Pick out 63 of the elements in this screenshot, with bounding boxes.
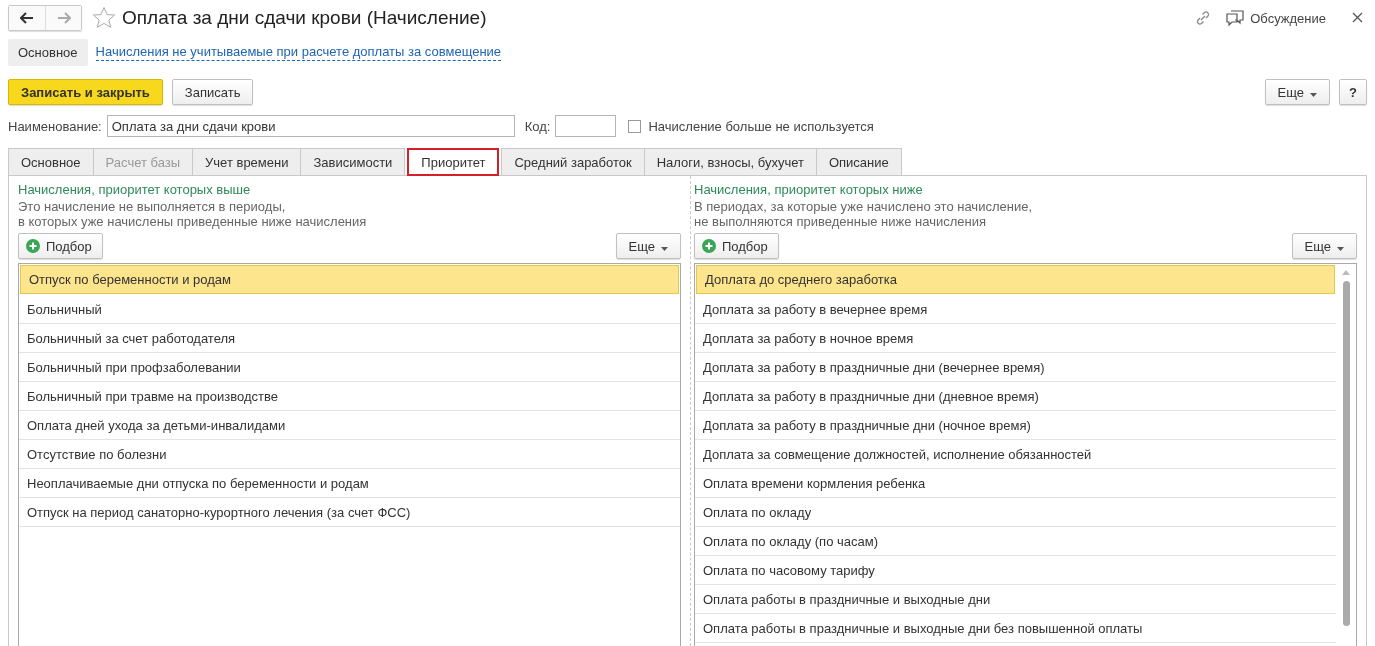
window-title: Оплата за дни сдачи крови (Начисление) <box>122 7 488 29</box>
list-row[interactable]: Доплата до среднего заработка <box>696 265 1335 294</box>
code-field[interactable] <box>555 115 617 137</box>
field-label: Наименование: <box>8 118 102 134</box>
list-row[interactable]: Отсутствие по болезни <box>19 440 680 469</box>
more-button[interactable]: Еще <box>615 233 681 259</box>
list-row[interactable]: Доплата за работу в праздничные дни (вечернее время) <box>695 353 1336 382</box>
section-title: Начисления, приоритет которых ниже <box>694 182 924 197</box>
pick-button[interactable]: Подбор <box>18 233 103 259</box>
list-row[interactable]: Отпуск на период санаторно-курортного лечения (за счет ФСС) <box>19 498 680 527</box>
list-row[interactable]: Неоплачиваемые дни отпуска по беременности и родам <box>19 469 680 498</box>
right-arrow-icon[interactable] <box>56 12 71 24</box>
scroll-up-icon[interactable] <box>1342 270 1350 275</box>
list-row[interactable]: Доплата за совмещение должностей, исполнение обязанностей <box>695 440 1336 469</box>
plus-icon[interactable] <box>26 239 40 253</box>
list-row[interactable]: Оплата работы в праздничные и выходные дни <box>695 585 1336 614</box>
list-row[interactable]: Больничный <box>19 295 680 324</box>
list-row[interactable]: Больничный при травме на производстве <box>19 382 680 411</box>
list-row[interactable]: Отпуск по беременности и родам <box>20 265 679 294</box>
more-button[interactable]: Еще <box>1291 233 1357 259</box>
section-link[interactable]: Начисления не учитываемые при расчете доплаты за совмещение <box>95 43 502 61</box>
list-row[interactable]: Доплата за работу в праздничные дни (ночное время) <box>695 411 1336 440</box>
list-row[interactable]: Оплата по окладу (по часам) <box>695 527 1336 556</box>
section-link[interactable]: Основное <box>8 38 88 66</box>
checkbox-label: Начисление больше не используется <box>648 118 874 134</box>
save-button[interactable]: Записать <box>171 79 254 105</box>
list-row[interactable]: Доплата за работу в праздничные дни (дневное время) <box>695 382 1336 411</box>
tab[interactable]: Учет времени <box>192 148 302 175</box>
list-row[interactable]: Оплата дней ухода за детьми-инвалидами <box>19 411 680 440</box>
help-button[interactable]: ? <box>1339 79 1367 105</box>
hint-text: В периодах, за которые уже начислено это начисление, не выполняются приведенные ниже начисления <box>694 199 1033 229</box>
hint-text: Это начисление не выполняется в периоды, в которых уже начислены приведенные ниже начисления <box>18 199 368 229</box>
list-row[interactable]: Доплата за работу в вечернее время <box>695 295 1336 324</box>
list-row[interactable]: Оплата времени кормления ребенка <box>695 469 1336 498</box>
list-row[interactable]: Доплата за работу в ночное время <box>695 324 1336 353</box>
list-row[interactable]: Оплата по окладу <box>695 498 1336 527</box>
field-label: Код: <box>524 118 551 134</box>
speech-bubbles-icon[interactable] <box>1226 10 1245 26</box>
tab[interactable]: Описание <box>815 148 902 175</box>
section-title: Начисления, приоритет которых выше <box>18 182 252 197</box>
tab[interactable]: Приоритет <box>407 148 500 176</box>
caret-icon[interactable] <box>661 246 668 251</box>
tab[interactable]: Средний заработок <box>501 148 645 175</box>
star-icon[interactable] <box>92 6 116 30</box>
caret-icon[interactable] <box>1310 92 1318 97</box>
pick-button[interactable]: Подбор <box>694 233 779 259</box>
discussion-button[interactable]: Обсуждение <box>1226 10 1326 26</box>
caret-icon[interactable] <box>1337 246 1344 251</box>
list-row[interactable]: Оплата по часовому тарифу <box>695 556 1336 585</box>
list-row[interactable]: Больничный за счет работодателя <box>19 324 680 353</box>
close-icon[interactable] <box>1352 12 1363 23</box>
tab[interactable]: Основное <box>8 148 94 175</box>
back-button[interactable] <box>9 6 45 30</box>
list-row[interactable]: Оплата работы в праздничные и выходные дни без повышенной оплаты <box>695 614 1336 643</box>
list-row[interactable]: Больничный при профзаболевании <box>19 353 680 382</box>
name-field[interactable]: Оплата за дни сдачи крови <box>106 115 515 137</box>
checkbox[interactable] <box>628 119 642 133</box>
more-button[interactable]: Еще <box>1264 79 1331 105</box>
left-arrow-icon[interactable] <box>20 12 34 24</box>
save-and-close-button[interactable]: Записать и закрыть <box>8 79 163 105</box>
plus-icon[interactable] <box>702 239 716 253</box>
tab[interactable]: Зависимости <box>300 148 406 175</box>
tab[interactable]: Налоги, взносы, бухучет <box>643 148 817 175</box>
